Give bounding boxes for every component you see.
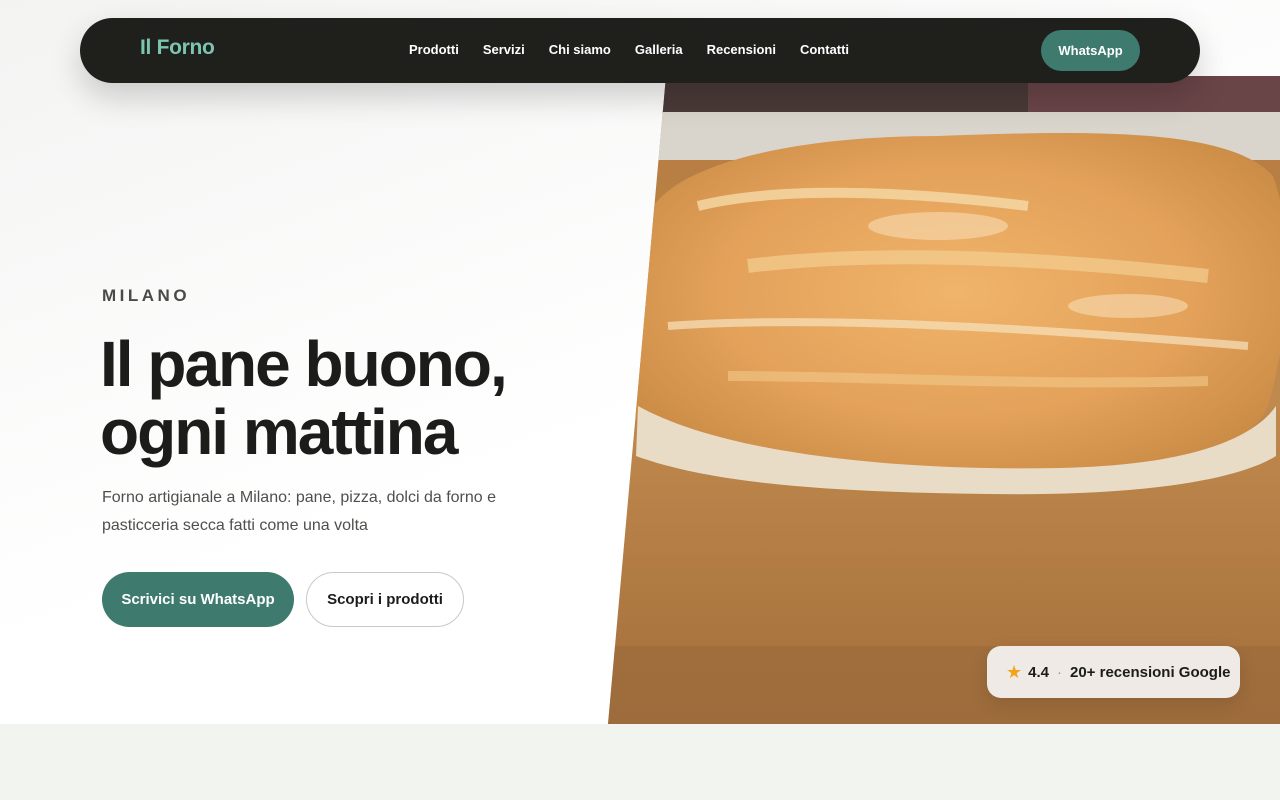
nav-link-chi-siamo[interactable]: Chi siamo bbox=[549, 42, 611, 57]
headline-line-1: Il pane buono, bbox=[100, 328, 508, 400]
nav-link-galleria[interactable]: Galleria bbox=[635, 42, 683, 57]
hero-section: MILANO Il pane buono, ogni mattina Forno… bbox=[0, 0, 1280, 724]
nav-link-servizi[interactable]: Servizi bbox=[483, 42, 525, 57]
rating-reviews-count: 20+ recensioni Google bbox=[1070, 663, 1231, 681]
rating-score: 4.4 bbox=[1028, 663, 1049, 681]
whatsapp-cta-button[interactable]: Scrivici su WhatsApp bbox=[102, 572, 294, 627]
nav-link-contatti[interactable]: Contatti bbox=[800, 42, 849, 57]
discover-products-button[interactable]: Scopri i prodotti bbox=[306, 572, 464, 627]
brand-logo[interactable]: Il Forno bbox=[140, 36, 215, 60]
hero-headline: Il pane buono, ogni mattina bbox=[100, 330, 600, 466]
star-icon: ★ bbox=[1006, 662, 1023, 682]
rating-separator: · bbox=[1057, 663, 1062, 681]
google-rating-badge[interactable]: ★ 4.4 · 20+ recensioni Google bbox=[987, 646, 1240, 698]
nav-whatsapp-button[interactable]: WhatsApp bbox=[1041, 30, 1140, 71]
nav-link-prodotti[interactable]: Prodotti bbox=[409, 42, 459, 57]
hero-subtitle: Forno artigianale a Milano: pane, pizza,… bbox=[102, 489, 497, 534]
nav-links: Prodotti Servizi Chi siamo Galleria Rece… bbox=[409, 42, 849, 57]
nav-link-recensioni[interactable]: Recensioni bbox=[707, 42, 776, 57]
hero-eyebrow: MILANO bbox=[102, 286, 191, 305]
bread-photo bbox=[608, 76, 1280, 724]
headline-line-2: ogni mattina bbox=[100, 396, 458, 468]
top-navbar: Il Forno Prodotti Servizi Chi siamo Gall… bbox=[80, 18, 1200, 83]
bread-loaf-photo bbox=[608, 76, 1280, 724]
